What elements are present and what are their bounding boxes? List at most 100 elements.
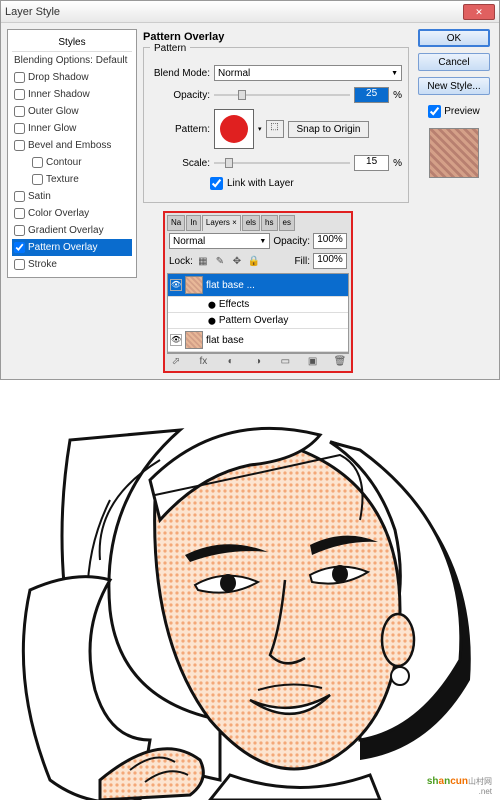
layer-opacity-label: Opacity: xyxy=(273,236,310,247)
style-inner-glow[interactable]: Inner Glow xyxy=(12,120,132,137)
lock-all-icon[interactable]: 🔒 xyxy=(247,256,261,267)
layers-list: 👁flat base ...⬤Effects⬤Pattern Overlay👁f… xyxy=(167,273,349,353)
layer-row[interactable]: 👁 flat base ... xyxy=(168,274,348,297)
layer-style-dialog: Layer Style ✕ Styles Blending Options: D… xyxy=(0,0,500,380)
layer-thumbnail xyxy=(185,331,203,349)
trash-icon[interactable]: 🗑 xyxy=(333,356,347,367)
chevron-down-icon: ▼ xyxy=(391,70,398,77)
new-style-button[interactable]: New Style... xyxy=(418,77,490,95)
opacity-slider[interactable] xyxy=(214,88,350,102)
style-checkbox[interactable] xyxy=(32,157,43,168)
settings-column: Pattern Overlay Pattern Blend Mode: Norm… xyxy=(143,29,409,373)
layer-opacity-input[interactable]: 100% xyxy=(313,233,347,249)
artwork-preview: shancun山村网.net xyxy=(0,380,500,800)
cancel-button[interactable]: Cancel xyxy=(418,53,490,71)
pattern-swatch[interactable] xyxy=(214,109,254,149)
pattern-label: Pattern: xyxy=(150,124,210,135)
scale-unit: % xyxy=(393,158,402,169)
link-label: Link with Layer xyxy=(227,178,294,189)
new-layer-icon[interactable]: ▣ xyxy=(306,356,320,367)
layer-mode-select[interactable]: Normal▼ xyxy=(169,233,270,249)
lock-paint-icon[interactable]: ✎ xyxy=(213,256,227,267)
style-texture[interactable]: Texture xyxy=(12,171,132,188)
ok-button[interactable]: OK xyxy=(418,29,490,47)
style-pattern-overlay[interactable]: Pattern Overlay xyxy=(12,239,132,256)
folder-icon[interactable]: ▭ xyxy=(278,356,292,367)
style-checkbox[interactable] xyxy=(14,89,25,100)
effect-icon: ⬤ xyxy=(208,317,216,325)
style-checkbox[interactable] xyxy=(14,123,25,134)
preview-label: Preview xyxy=(444,106,480,117)
blend-mode-select[interactable]: Normal▼ xyxy=(214,65,402,81)
blend-mode-label: Blend Mode: xyxy=(150,68,210,79)
layers-panel: NaInLayers ×elshses Normal▼ Opacity: 100… xyxy=(163,211,353,373)
style-checkbox[interactable] xyxy=(14,106,25,117)
close-icon[interactable]: ✕ xyxy=(463,4,495,20)
style-bevel-and-emboss[interactable]: Bevel and Emboss xyxy=(12,137,132,154)
panel-tab[interactable]: hs xyxy=(261,215,277,231)
watermark: shancun山村网.net xyxy=(427,771,492,796)
panel-tab[interactable]: Na xyxy=(167,215,185,231)
fill-label: Fill: xyxy=(294,256,310,267)
opacity-input[interactable]: 25 xyxy=(354,87,389,103)
panel-tab[interactable]: els xyxy=(242,215,260,231)
effect-icon: ⬤ xyxy=(208,301,216,309)
layer-name: flat base ... xyxy=(206,280,255,291)
layer-name: flat base xyxy=(206,335,244,346)
style-color-overlay[interactable]: Color Overlay xyxy=(12,205,132,222)
panel-tabs: NaInLayers ×elshses xyxy=(167,215,349,231)
snap-button[interactable]: Snap to Origin xyxy=(288,121,370,138)
preview-swatch xyxy=(429,128,479,178)
layer-thumbnail xyxy=(185,276,203,294)
adjust-icon[interactable]: ◑ xyxy=(251,356,265,367)
title-text: Layer Style xyxy=(5,6,463,18)
lock-transparent-icon[interactable]: ▦ xyxy=(196,256,210,267)
visibility-icon[interactable]: 👁 xyxy=(170,279,182,291)
style-checkbox[interactable] xyxy=(14,140,25,151)
styles-header[interactable]: Styles xyxy=(12,34,132,52)
styles-column: Styles Blending Options: Default Drop Sh… xyxy=(7,29,137,373)
panel-tab[interactable]: Layers × xyxy=(202,215,241,231)
style-stroke[interactable]: Stroke xyxy=(12,256,132,273)
titlebar[interactable]: Layer Style ✕ xyxy=(1,1,499,23)
chevron-down-icon[interactable]: ▾ xyxy=(258,125,262,133)
lock-move-icon[interactable]: ✥ xyxy=(230,256,244,267)
style-inner-shadow[interactable]: Inner Shadow xyxy=(12,86,132,103)
scale-input[interactable]: 15 xyxy=(354,155,389,171)
style-satin[interactable]: Satin xyxy=(12,188,132,205)
layer-row[interactable]: 👁 flat base xyxy=(168,329,348,352)
style-checkbox[interactable] xyxy=(14,208,25,219)
visibility-icon[interactable]: 👁 xyxy=(170,334,182,346)
style-checkbox[interactable] xyxy=(14,259,25,270)
panel-tab[interactable]: es xyxy=(279,215,295,231)
layer-row[interactable]: ⬤Effects xyxy=(168,297,348,313)
legend: Pattern xyxy=(150,43,190,54)
style-checkbox[interactable] xyxy=(32,174,43,185)
layer-row[interactable]: ⬤Pattern Overlay xyxy=(168,313,348,329)
link-checkbox[interactable] xyxy=(210,177,223,190)
red-dot-icon xyxy=(220,115,248,143)
layer-name: Effects xyxy=(219,299,249,310)
style-checkbox[interactable] xyxy=(14,225,25,236)
scale-slider[interactable] xyxy=(214,156,350,170)
blending-options[interactable]: Blending Options: Default xyxy=(12,52,132,69)
pattern-fieldset: Pattern Blend Mode: Normal▼ Opacity: 25 … xyxy=(143,47,409,203)
style-gradient-overlay[interactable]: Gradient Overlay xyxy=(12,222,132,239)
style-outer-glow[interactable]: Outer Glow xyxy=(12,103,132,120)
scale-label: Scale: xyxy=(150,158,210,169)
style-drop-shadow[interactable]: Drop Shadow xyxy=(12,69,132,86)
layer-name: Pattern Overlay xyxy=(219,315,288,326)
style-checkbox[interactable] xyxy=(14,72,25,83)
link-icon[interactable]: ⬀ xyxy=(169,356,183,367)
style-checkbox[interactable] xyxy=(14,191,25,202)
panel-tab[interactable]: In xyxy=(186,215,201,231)
fx-icon[interactable]: fx xyxy=(196,356,210,367)
opacity-unit: % xyxy=(393,90,402,101)
fill-input[interactable]: 100% xyxy=(313,253,347,269)
style-checkbox[interactable] xyxy=(14,242,25,253)
mask-icon[interactable]: ◐ xyxy=(224,356,238,367)
new-preset-icon[interactable]: ⬚ xyxy=(266,120,284,138)
style-contour[interactable]: Contour xyxy=(12,154,132,171)
opacity-label: Opacity: xyxy=(150,90,210,101)
preview-checkbox[interactable] xyxy=(428,105,441,118)
